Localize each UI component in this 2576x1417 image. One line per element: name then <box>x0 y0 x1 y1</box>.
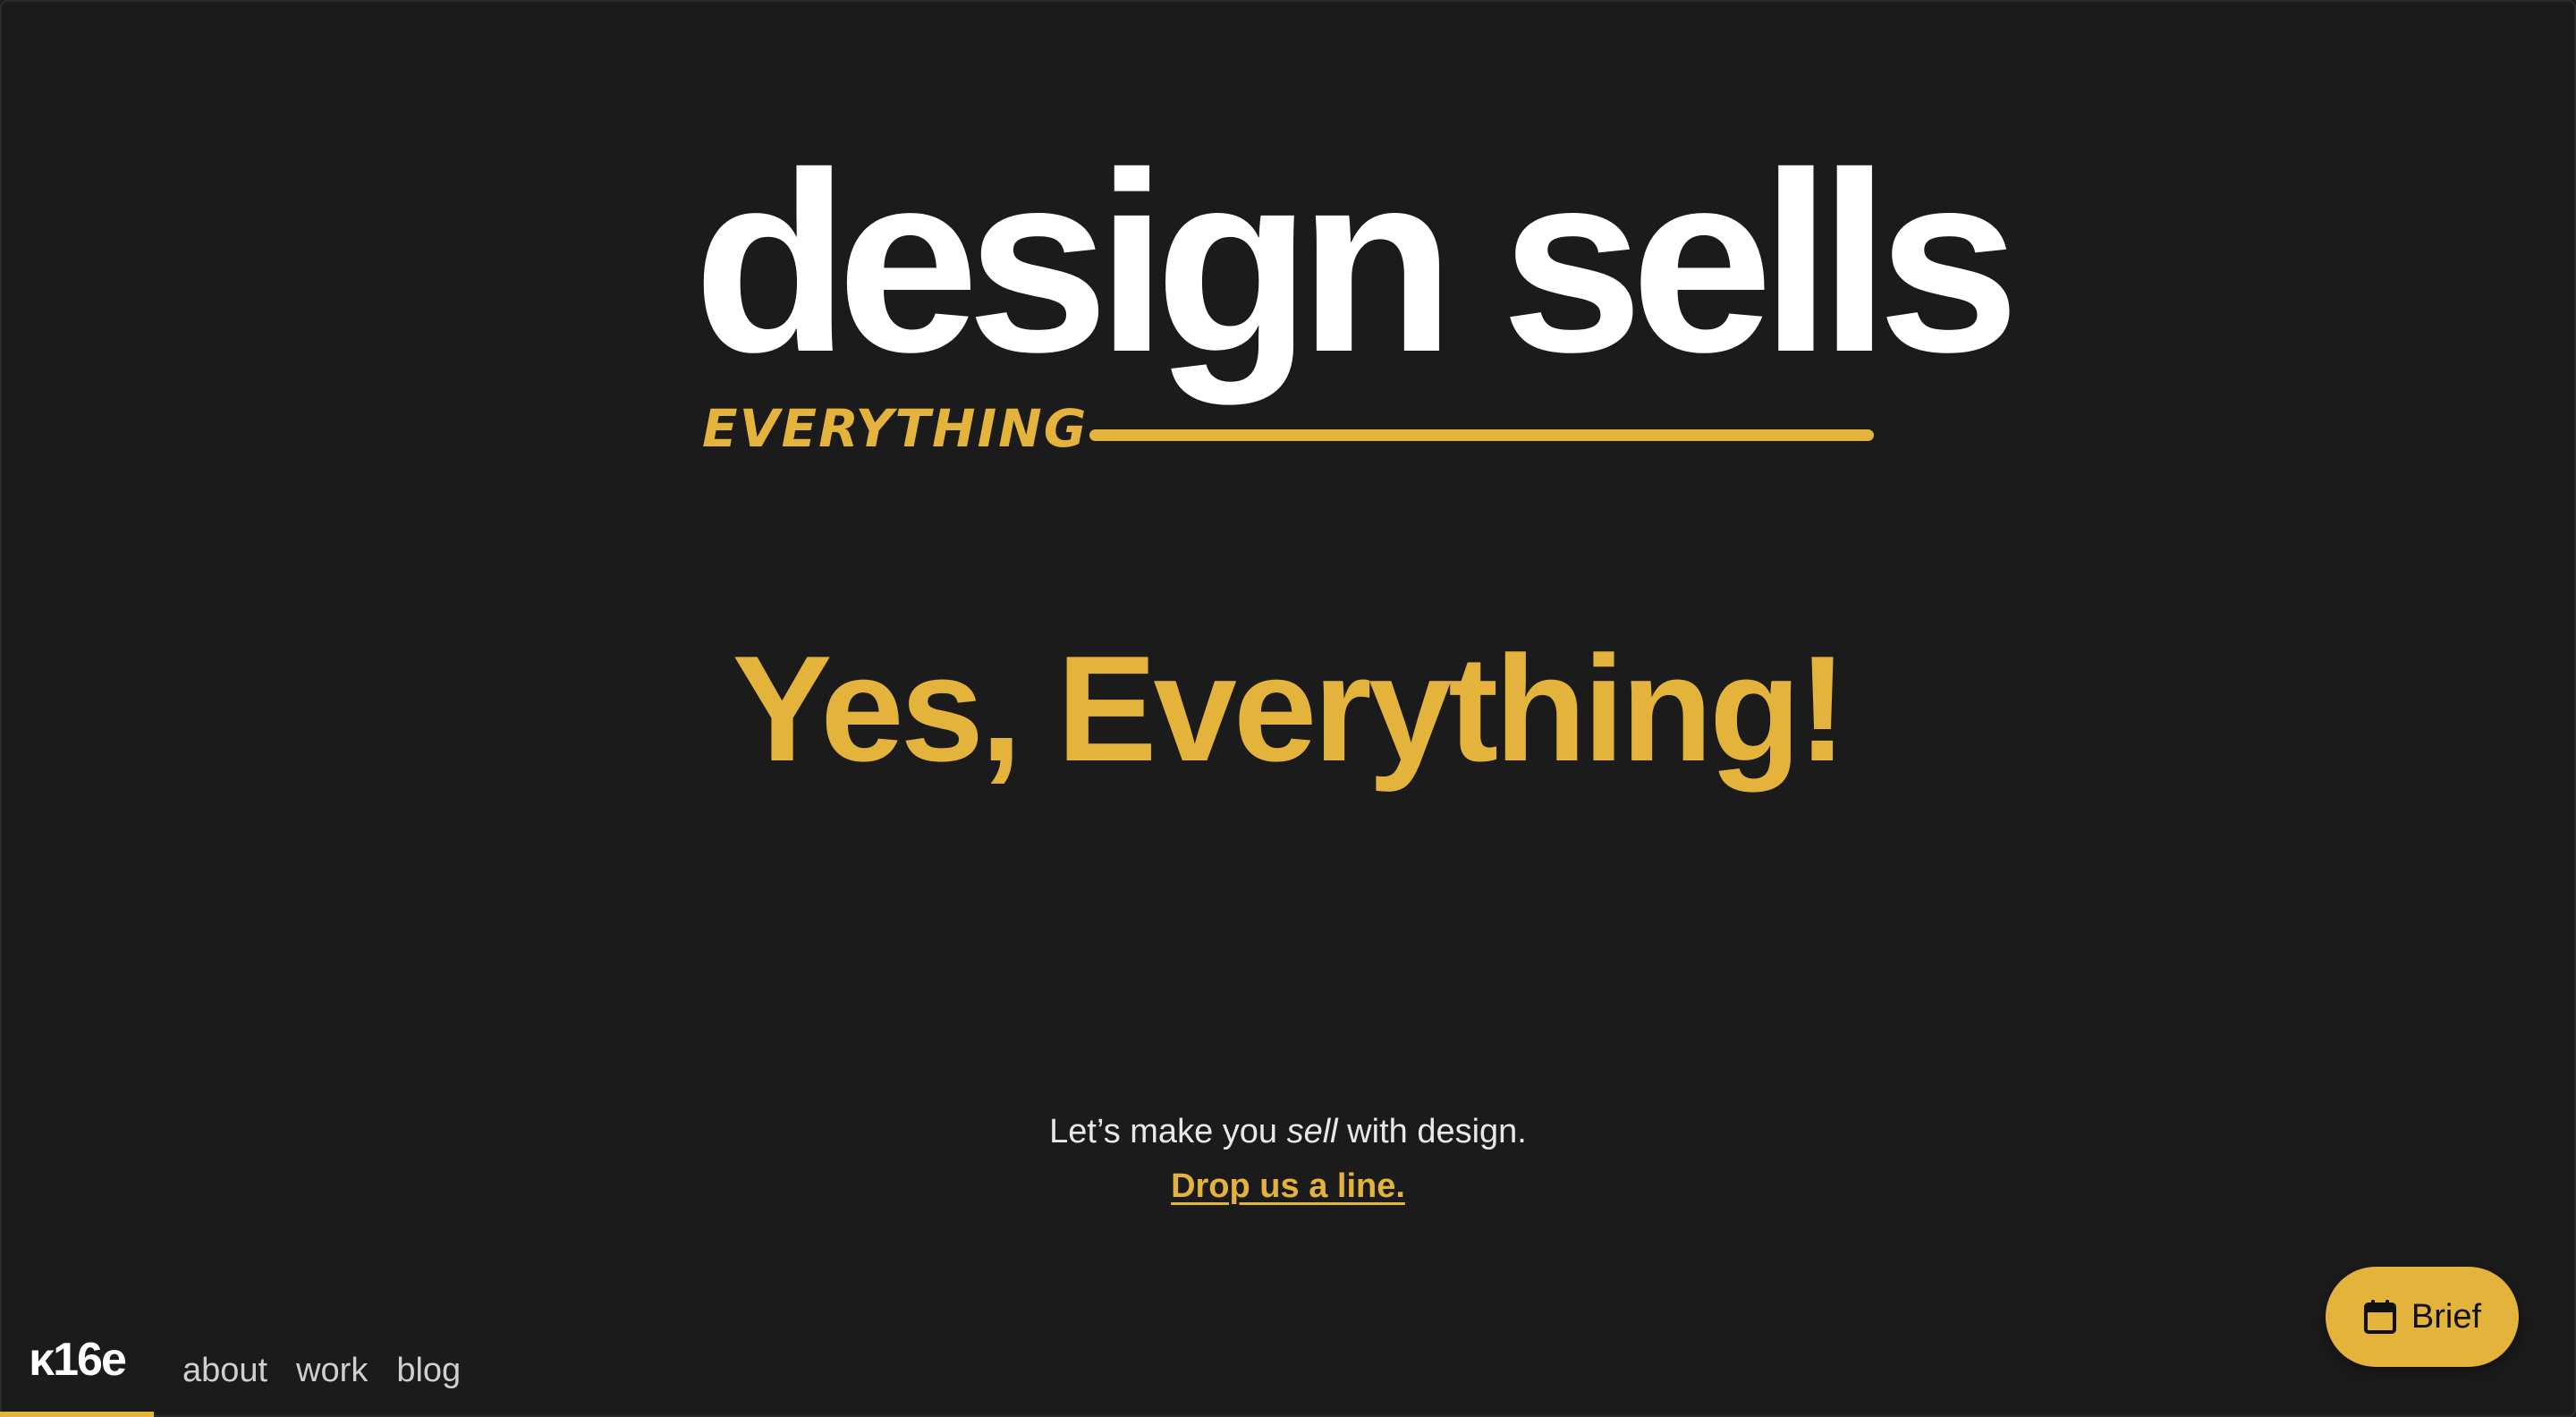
active-indicator <box>0 1412 154 1417</box>
hero-subtitle: EVERYTHING <box>702 398 1089 459</box>
nav-link-work[interactable]: work <box>296 1352 368 1417</box>
subtitle-underline-rule <box>1089 429 1874 441</box>
calendar-icon <box>2363 1299 2397 1335</box>
logo-home-link[interactable]: κ16e <box>0 1315 154 1417</box>
brief-button[interactable]: Brief <box>2326 1267 2519 1367</box>
hero-subtitle-row: EVERYTHING <box>702 398 1874 459</box>
bottom-nav: κ16e about work blog <box>0 1315 461 1417</box>
nav-link-blog[interactable]: blog <box>396 1352 461 1417</box>
cta-text: Let’s make you sell with design. <box>0 1105 2576 1159</box>
emphasis-heading: Yes, Everything! <box>732 624 1847 793</box>
brief-button-label: Brief <box>2411 1297 2482 1336</box>
hero-title: design sells <box>693 119 2020 405</box>
cta-text-after: with design. <box>1337 1113 1527 1150</box>
call-to-action: Let’s make you sell with design. Drop us… <box>0 1105 2576 1214</box>
nav-link-about[interactable]: about <box>182 1352 267 1417</box>
drop-us-a-line-link[interactable]: Drop us a line. <box>1171 1167 1405 1205</box>
cta-text-before: Let’s make you <box>1049 1113 1287 1150</box>
cta-text-italic: sell <box>1286 1113 1338 1150</box>
logo-text: κ16e <box>29 1334 127 1386</box>
